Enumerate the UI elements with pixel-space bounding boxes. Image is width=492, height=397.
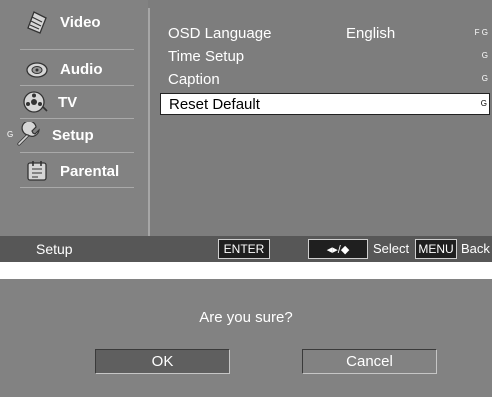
current-section-label: Setup [36, 241, 73, 257]
menu-row-mark: G [481, 51, 488, 60]
sidebar-divider [20, 187, 134, 188]
sidebar-divider [20, 85, 134, 86]
cancel-button[interactable]: Cancel [302, 349, 437, 374]
audio-icon [24, 56, 50, 82]
sidebar-item-parental[interactable]: Parental [24, 157, 119, 185]
osd-menu-screen: Video Audio TV G Setup Parental OSD Lang… [0, 0, 492, 262]
status-bar: Setup ENTER ◂▸/◆ Select MENU Back [0, 236, 492, 262]
sidebar-divider [20, 152, 134, 153]
ok-button[interactable]: OK [95, 349, 230, 374]
menu-row-label: Reset Default [169, 96, 260, 113]
sidebar-divider [20, 49, 134, 50]
dialog-question: Are you sure? [199, 309, 293, 326]
tv-icon [22, 89, 48, 115]
menu-row-mark: G [480, 99, 487, 108]
parental-icon [24, 158, 50, 184]
enter-key-hint: ENTER [218, 239, 270, 259]
sidebar: Video Audio TV G Setup Parental [0, 0, 148, 236]
sidebar-item-label: Parental [60, 162, 120, 180]
video-icon [24, 9, 50, 35]
back-hint-label: Back [461, 241, 490, 256]
select-hint-label: Select [373, 241, 410, 256]
menu-row-label: Time Setup [168, 48, 245, 65]
sidebar-item-video[interactable]: Video [24, 8, 101, 36]
sidebar-item-label: Setup [52, 126, 94, 144]
sidebar-item-label: TV [58, 93, 78, 111]
menu-row-time-setup[interactable]: Time Setup G [168, 46, 488, 68]
sidebar-item-tv[interactable]: TV [22, 88, 77, 116]
sidebar-item-audio[interactable]: Audio [24, 55, 103, 83]
sidebar-divider [20, 118, 134, 119]
sidebar-item-label: Audio [60, 60, 103, 78]
setup-icon [16, 122, 42, 148]
menu-row-label: OSD Language [168, 25, 272, 42]
menu-row-reset-default[interactable]: Reset Default G [160, 93, 490, 115]
menu-row-label: Caption [168, 71, 220, 88]
menu-key-hint: MENU [415, 239, 457, 259]
menu-row-mark: G [481, 74, 488, 83]
confirm-dialog: Are you sure? OK Cancel [0, 279, 492, 397]
menu-row-osd-language[interactable]: OSD Language English F G [168, 23, 488, 45]
panel-separator [148, 8, 150, 236]
navigate-key-hint: ◂▸/◆ [308, 239, 368, 259]
selection-marker: G [7, 130, 14, 139]
sidebar-item-setup[interactable]: Setup [16, 121, 94, 149]
sidebar-item-label: Video [60, 13, 101, 31]
menu-row-mark: F G [474, 28, 488, 37]
menu-row-caption[interactable]: Caption G [168, 69, 488, 91]
menu-row-value: English [346, 25, 396, 42]
